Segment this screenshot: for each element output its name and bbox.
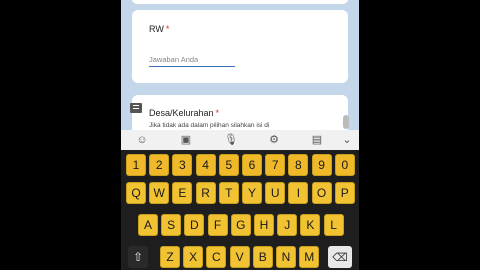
key-i[interactable]: I: [288, 182, 309, 204]
key-6[interactable]: 6: [242, 154, 262, 176]
form-area: RW* Desa/Kelurahan* Jika tidak ada dalam…: [121, 0, 359, 135]
desa-question-title: Desa/Kelurahan *: [149, 108, 219, 118]
key-0[interactable]: 0: [334, 154, 355, 176]
key-k[interactable]: K: [300, 214, 321, 236]
key-7[interactable]: 7: [265, 154, 286, 176]
key-8[interactable]: 8: [288, 154, 309, 176]
key-1[interactable]: 1: [126, 154, 146, 176]
previous-question-card: [132, 0, 348, 4]
shift-key[interactable]: ⇧: [128, 246, 148, 268]
desa-title-text: Desa/Kelurahan: [149, 108, 214, 118]
key-q[interactable]: Q: [126, 182, 146, 204]
key-w[interactable]: W: [149, 182, 170, 204]
key-s[interactable]: S: [161, 214, 182, 236]
key-c[interactable]: C: [206, 246, 227, 268]
microphone-icon[interactable]: 🎙: [224, 133, 238, 147]
key-b[interactable]: B: [252, 246, 273, 268]
settings-icon[interactable]: ⚙: [267, 133, 281, 147]
key-t[interactable]: T: [218, 182, 239, 204]
key-h[interactable]: H: [254, 214, 274, 236]
clipboard-icon[interactable]: ▤: [310, 133, 324, 147]
key-n[interactable]: N: [276, 246, 296, 268]
rw-question-card: RW *: [132, 10, 348, 83]
key-a[interactable]: A: [138, 214, 158, 236]
key-x[interactable]: X: [183, 246, 204, 268]
key-p[interactable]: P: [334, 182, 355, 204]
emoji-icon[interactable]: ☺: [135, 133, 149, 147]
key-3[interactable]: 3: [172, 154, 193, 176]
scrollbar[interactable]: [343, 115, 349, 129]
key-9[interactable]: 9: [311, 154, 332, 176]
desa-question-card: Desa/Kelurahan *: [132, 95, 348, 135]
key-z[interactable]: Z: [160, 246, 180, 268]
key-v[interactable]: V: [229, 246, 250, 268]
key-5[interactable]: 5: [218, 154, 239, 176]
keyboard-toolbar: ☺ ▣ 🎙 ⚙ ▤ ⌄: [121, 130, 359, 150]
rw-title-text: RW: [149, 24, 164, 34]
key-2[interactable]: 2: [149, 154, 170, 176]
key-u[interactable]: U: [265, 182, 286, 204]
key-g[interactable]: G: [230, 214, 251, 236]
key-d[interactable]: D: [184, 214, 205, 236]
key-l[interactable]: L: [323, 214, 344, 236]
backspace-key[interactable]: ⌫: [328, 246, 352, 268]
rw-answer-input[interactable]: [149, 52, 235, 67]
key-j[interactable]: J: [277, 214, 298, 236]
rw-question-title: RW *: [149, 24, 169, 34]
required-mark: *: [215, 108, 220, 118]
key-4[interactable]: 4: [195, 154, 216, 176]
sticker-icon[interactable]: ▣: [179, 133, 193, 147]
key-f[interactable]: F: [207, 214, 228, 236]
key-y[interactable]: Y: [242, 182, 262, 204]
key-e[interactable]: E: [172, 182, 193, 204]
key-r[interactable]: R: [195, 182, 216, 204]
key-m[interactable]: M: [299, 246, 320, 268]
chevron-down-icon[interactable]: ⌄: [340, 133, 354, 147]
desa-help-text: Jika tidak ada dalam pilihan silahkan is…: [149, 122, 270, 129]
key-o[interactable]: O: [311, 182, 332, 204]
report-flag-icon[interactable]: [130, 103, 142, 113]
required-mark: *: [165, 24, 170, 34]
